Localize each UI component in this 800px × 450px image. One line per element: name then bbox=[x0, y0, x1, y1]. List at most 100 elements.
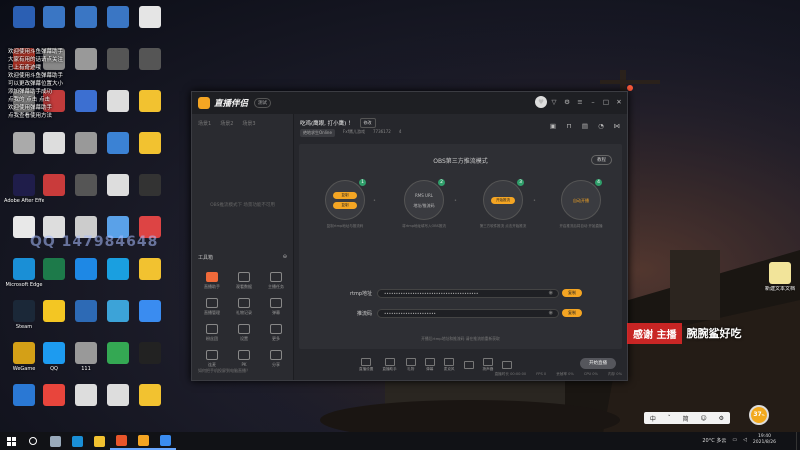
title-bar[interactable]: 直播伴侣 测试 ♥ ▽ ⚙ ≡ – □ ✕ bbox=[192, 92, 627, 114]
bottom-tool[interactable]: 直播助手 bbox=[382, 358, 397, 372]
chart-icon[interactable]: ▤ bbox=[581, 122, 589, 130]
bell-icon[interactable]: ◔ bbox=[597, 122, 605, 130]
taskbar-task-view[interactable] bbox=[44, 432, 66, 450]
shop-icon[interactable]: ▣ bbox=[549, 122, 557, 130]
bottom-tool[interactable] bbox=[463, 360, 474, 370]
room-edit-button[interactable]: 修改 bbox=[359, 118, 376, 128]
note-line: 欢迎使用斗鱼弹幕助手 bbox=[8, 49, 64, 55]
toolbox-item[interactable]: 礼物记录 bbox=[228, 298, 260, 316]
stream-key-value: •••••••••••••••••••••• bbox=[384, 310, 436, 316]
scene-tab[interactable]: 场景1 bbox=[198, 120, 211, 127]
toolbox-item[interactable]: 粉丝团 bbox=[196, 324, 228, 342]
maximize-icon[interactable]: □ bbox=[602, 98, 610, 106]
scene-tab[interactable]: 场景3 bbox=[242, 120, 255, 127]
game-tag[interactable]: 绝地求生Online bbox=[300, 129, 335, 137]
app-icon bbox=[139, 342, 161, 364]
app-icon bbox=[139, 48, 161, 70]
toolbox-item[interactable]: 设置 bbox=[228, 324, 260, 342]
desktop-icon[interactable] bbox=[130, 258, 170, 282]
toolbox-item[interactable]: 弹幕 bbox=[260, 298, 292, 316]
version-badge: 测试 bbox=[254, 98, 272, 108]
desktop-icon-text-file[interactable]: 新建文本文档 bbox=[760, 262, 800, 292]
desktop-icon[interactable] bbox=[130, 6, 170, 30]
taskbar-explorer[interactable] bbox=[88, 432, 110, 450]
stat-item: 直播时长 00:00:00 bbox=[494, 372, 527, 376]
toolbox-item[interactable]: 更多 bbox=[260, 324, 292, 342]
stream-key-field[interactable]: •••••••••••••••••••••• ◉ bbox=[377, 308, 559, 318]
eye-icon[interactable]: ◉ bbox=[549, 290, 553, 297]
start-button[interactable] bbox=[0, 432, 22, 450]
desktop-icon[interactable] bbox=[130, 342, 170, 366]
taskbar-edge[interactable] bbox=[66, 432, 88, 450]
tutorial-button[interactable]: 教程 bbox=[591, 155, 612, 165]
toolbox-item[interactable]: 直播管理 bbox=[196, 298, 228, 316]
stream-key-row: 推流码 •••••••••••••••••••••• ◉ 复制 bbox=[339, 308, 582, 318]
bottom-tool[interactable] bbox=[502, 360, 513, 370]
desktop-icon[interactable] bbox=[130, 132, 170, 156]
note-line: 点我的 点击 点击 bbox=[8, 97, 50, 103]
toolbox-item[interactable]: 观看数据 bbox=[228, 272, 260, 290]
toolbox-item[interactable]: 连麦 bbox=[196, 350, 228, 368]
scene-tabs: 场景1 场景2 场景3 bbox=[192, 114, 293, 133]
step-1-number: 1 bbox=[359, 179, 366, 186]
ime-item[interactable]: ☺ bbox=[701, 415, 707, 422]
step-2-text-top: RMS URL bbox=[415, 193, 433, 198]
taskbar-app-yellow[interactable] bbox=[132, 432, 154, 450]
show-desktop-button[interactable] bbox=[796, 432, 800, 450]
taskbar-app-orange[interactable] bbox=[110, 432, 132, 450]
bottom-tool[interactable]: 扬声器 bbox=[483, 358, 493, 372]
toolbox-item[interactable]: 主播任务 bbox=[260, 272, 292, 290]
clock[interactable]: 19:40 2021/8/26 bbox=[753, 434, 776, 446]
network-icon[interactable]: ▭ bbox=[732, 437, 737, 443]
rtmp-copy-button[interactable]: 复制 bbox=[562, 289, 582, 297]
bottom-tool[interactable]: 弹幕 bbox=[424, 358, 435, 372]
stream-key-copy-button[interactable]: 复制 bbox=[562, 309, 582, 317]
toolbox-collapse-icon[interactable]: ⊖ bbox=[283, 254, 287, 261]
settings-icon[interactable]: ⚙ bbox=[563, 98, 571, 106]
step-1-circle: 1 复制 复制 bbox=[325, 179, 366, 220]
bottom-tool-icon bbox=[424, 358, 435, 366]
menu-icon[interactable]: ≡ bbox=[576, 98, 584, 106]
room-label: Fxf鹰儿游戏 bbox=[342, 129, 365, 134]
bottom-tool[interactable]: 礼物 bbox=[405, 358, 416, 372]
taskbar-app-blue[interactable] bbox=[154, 432, 176, 450]
close-icon[interactable]: ✕ bbox=[615, 98, 623, 106]
taskbar-apps bbox=[22, 432, 176, 450]
toolbox-item[interactable]: PK bbox=[228, 350, 260, 368]
app-icon bbox=[43, 132, 65, 154]
ime-item[interactable]: 中 bbox=[650, 414, 656, 423]
rtmp-field[interactable]: ••••••••••••••••••••••••••••••••••••••••… bbox=[377, 288, 559, 298]
note-line: 点我查看使用方法 bbox=[8, 113, 53, 119]
gift-icon[interactable]: ♥ bbox=[537, 98, 545, 106]
minimize-icon[interactable]: – bbox=[589, 98, 597, 106]
volume-icon[interactable]: ◁ bbox=[743, 437, 747, 443]
share-icon[interactable]: ⋈ bbox=[613, 122, 621, 130]
obs-mode-title: OBS第三方推流模式 bbox=[433, 158, 488, 165]
ime-item[interactable]: 简 bbox=[683, 414, 689, 423]
bottom-tool[interactable]: 直播设置 bbox=[359, 358, 373, 372]
desktop-icon[interactable] bbox=[130, 300, 170, 324]
lock-icon[interactable]: ⊓ bbox=[565, 122, 573, 130]
bottom-tool-icon bbox=[405, 358, 416, 366]
feedback-icon[interactable]: ▽ bbox=[550, 98, 558, 106]
desktop-icon[interactable] bbox=[130, 174, 170, 198]
app-logo: 直播伴侣 bbox=[198, 97, 248, 109]
desktop-icon[interactable] bbox=[130, 384, 170, 408]
app-icon bbox=[75, 132, 97, 154]
toolbox-item[interactable]: 分享 bbox=[260, 350, 292, 368]
step-3-pill: 开始推流 bbox=[491, 197, 515, 204]
taskbar-search[interactable] bbox=[22, 432, 44, 450]
start-live-button[interactable]: 开始直播 bbox=[580, 358, 616, 369]
toolbox-header: 工具箱 ⊖ bbox=[198, 254, 287, 261]
ime-item[interactable]: ⚙ bbox=[719, 415, 724, 422]
toolbox-item[interactable]: 直播助手 bbox=[196, 272, 228, 290]
ime-toolbar[interactable]: 中 ˇ 简 ☺ ⚙ bbox=[644, 412, 730, 424]
bottom-tool[interactable]: 麦克风 bbox=[444, 358, 455, 372]
speed-ball[interactable]: 37% bbox=[749, 405, 769, 425]
left-footer-link[interactable]: 如何把手机投屏到电脑直播？ bbox=[198, 368, 250, 374]
eye-icon[interactable]: ◉ bbox=[549, 310, 553, 317]
scene-tab[interactable]: 场景2 bbox=[220, 120, 233, 127]
stat-item: 内存 0% bbox=[607, 372, 622, 376]
weather-text[interactable]: 20°C 多云 bbox=[702, 437, 726, 444]
ime-item[interactable]: ˇ bbox=[668, 415, 671, 422]
